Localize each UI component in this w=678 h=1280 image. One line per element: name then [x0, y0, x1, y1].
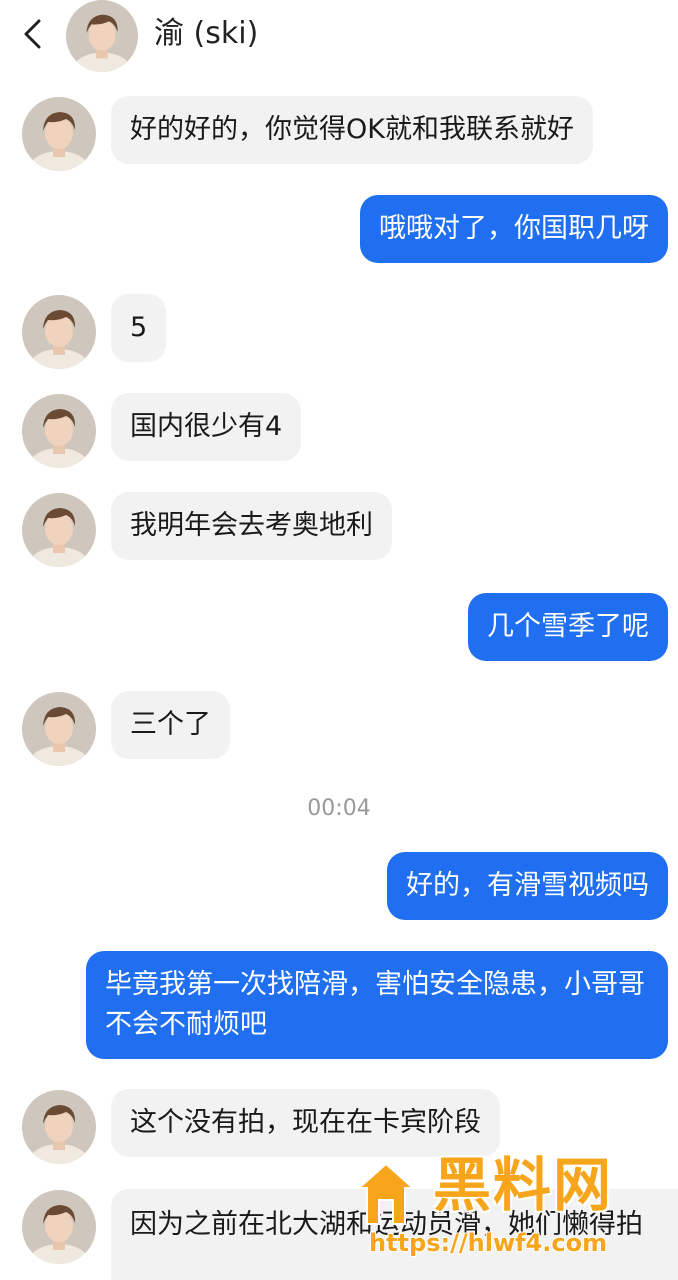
avatar-image [22, 493, 96, 567]
avatar-image [22, 1090, 96, 1164]
avatar-image [22, 97, 96, 171]
avatar-image [22, 692, 96, 766]
sender-avatar[interactable] [22, 1090, 96, 1164]
timestamp: 00:04 [307, 796, 371, 821]
message-bubble-outgoing[interactable]: 好的，有滑雪视频吗 [387, 852, 668, 920]
sender-avatar[interactable] [22, 692, 96, 766]
avatar-image [66, 0, 138, 72]
sender-avatar[interactable] [22, 1190, 96, 1264]
chevron-left-icon [24, 19, 41, 49]
message-bubble-incoming[interactable]: 因为之前在北大湖和运动员滑，她们懒得拍 [111, 1189, 678, 1280]
contact-name: 渝 (ski) [154, 16, 259, 51]
sender-avatar[interactable] [22, 394, 96, 468]
message-bubble-incoming[interactable]: 国内很少有4 [111, 393, 302, 461]
message-bubble-incoming[interactable]: 这个没有拍，现在在卡宾阶段 [111, 1089, 500, 1157]
avatar-image [22, 1190, 96, 1264]
message-bubble-outgoing[interactable]: 哦哦对了，你国职几呀 [360, 195, 668, 263]
back-button[interactable] [14, 14, 54, 54]
sender-avatar[interactable] [22, 493, 96, 567]
sender-avatar[interactable] [22, 295, 96, 369]
chat-header: 渝 (ski) [0, 0, 678, 72]
message-bubble-outgoing[interactable]: 几个雪季了呢 [468, 593, 668, 661]
message-bubble-incoming[interactable]: 三个了 [111, 691, 230, 759]
sender-avatar[interactable] [22, 97, 96, 171]
message-bubble-incoming[interactable]: 好的好的，你觉得OK就和我联系就好 [111, 96, 593, 164]
contact-avatar[interactable] [66, 0, 138, 72]
message-bubble-outgoing[interactable]: 毕竟我第一次找陪滑，害怕安全隐患，小哥哥不会不耐烦吧 [86, 951, 668, 1059]
avatar-image [22, 394, 96, 468]
message-bubble-incoming[interactable]: 我明年会去考奥地利 [111, 492, 392, 560]
avatar-image [22, 295, 96, 369]
message-bubble-incoming[interactable]: 5 [111, 294, 167, 362]
